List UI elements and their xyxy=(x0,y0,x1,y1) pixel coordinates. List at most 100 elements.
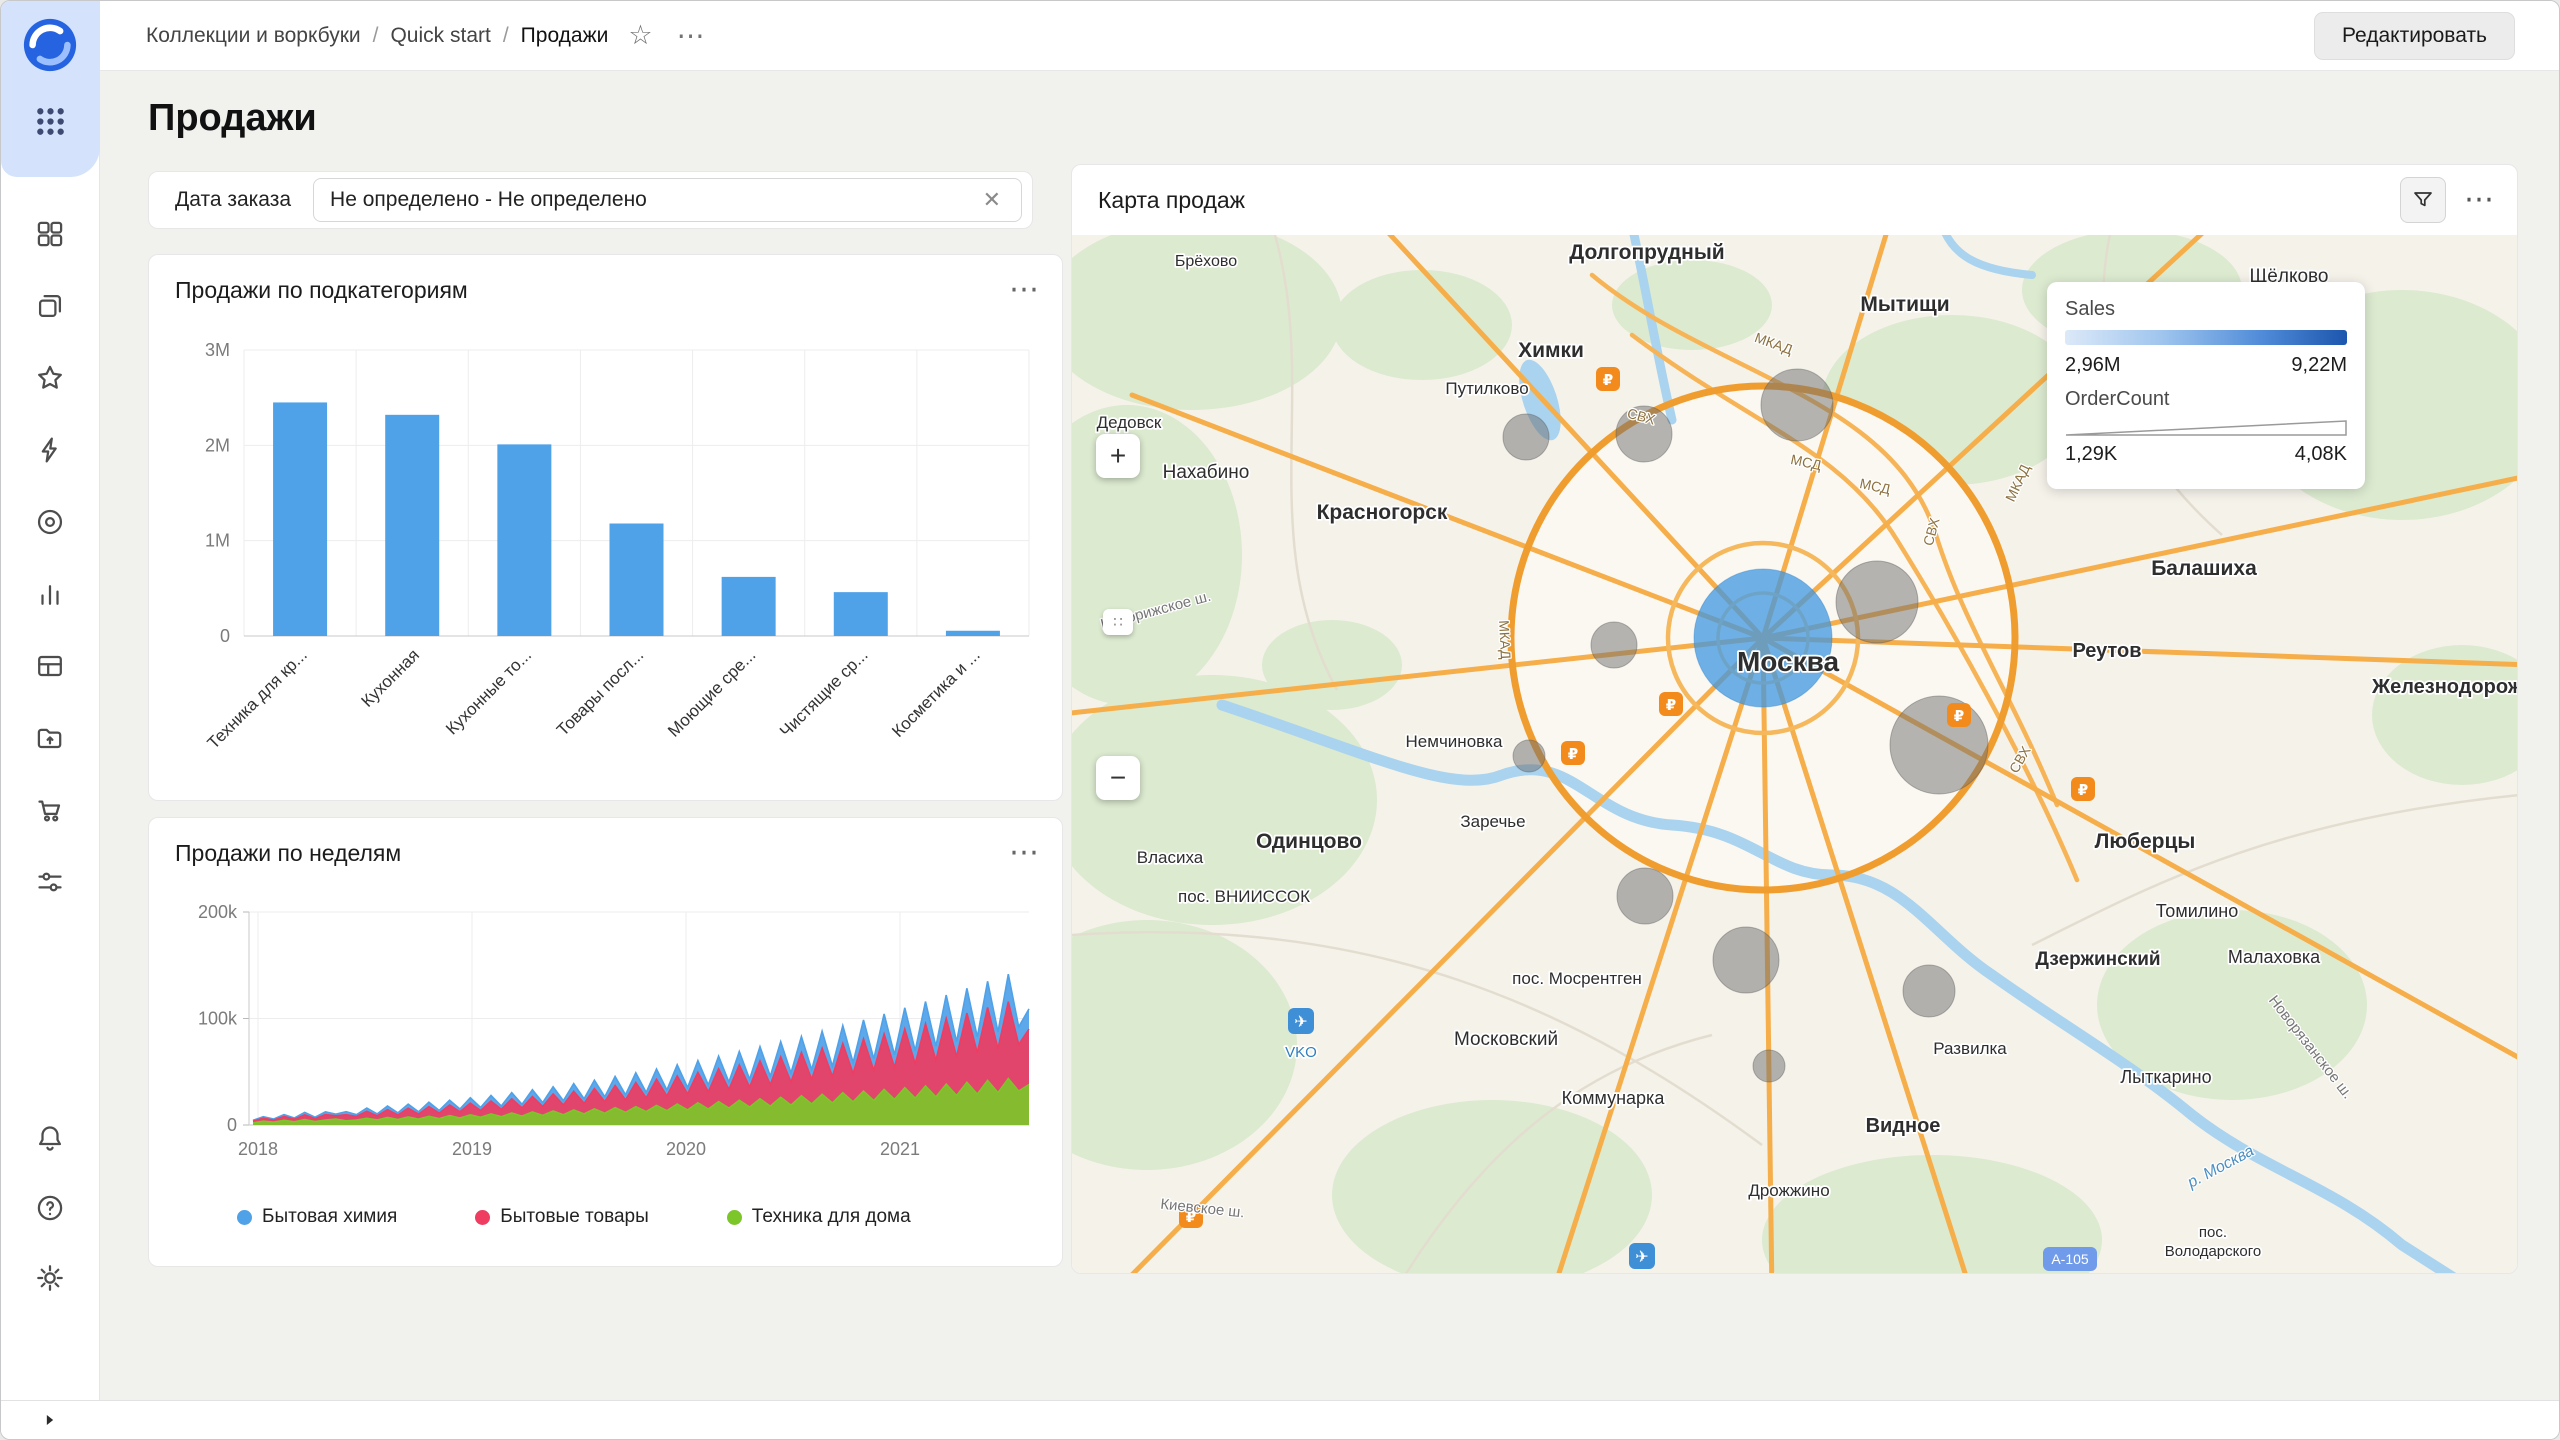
bar-chart[interactable]: 01M2M3MТехника для кр...КухоннаяКухонные… xyxy=(149,315,1064,800)
legend-dot xyxy=(237,1210,252,1225)
legend-item[interactable]: Бытовые товары xyxy=(475,1206,649,1228)
bottom-bar xyxy=(1,1400,2559,1439)
chart-more-icon[interactable]: ⋯ xyxy=(1009,275,1040,305)
marketplace-cart-icon[interactable] xyxy=(33,793,67,827)
svg-text:₽: ₽ xyxy=(1568,746,1578,763)
datalens-logo[interactable] xyxy=(21,16,79,74)
edit-button[interactable]: Редактировать xyxy=(2314,12,2515,60)
quick-actions-lightning-icon[interactable] xyxy=(33,433,67,467)
app-window: Коллекции и воркбуки / Quick start / Продажи… xyxy=(0,0,2560,1440)
svg-text:Балашиха: Балашиха xyxy=(2151,557,2257,580)
svg-text:Красногорск: Красногорск xyxy=(1317,501,1448,524)
chart-title: Продажи по подкатегориям xyxy=(175,277,468,304)
svg-text:Заречье: Заречье xyxy=(1460,812,1525,831)
svg-text:Дзержинский: Дзержинский xyxy=(2035,949,2160,970)
page-title: Продажи xyxy=(148,97,317,140)
notifications-bell-icon[interactable] xyxy=(33,1121,67,1155)
chart-legend: Бытовая химия Бытовые товары Техника для д… xyxy=(237,1206,911,1228)
svg-text:Мытищи: Мытищи xyxy=(1860,293,1949,316)
svg-text:пос.: пос. xyxy=(2199,1224,2227,1241)
legend-label: Техника для дома xyxy=(752,1206,911,1228)
svg-text:Немчиновка: Немчиновка xyxy=(1406,732,1503,751)
expand-icon[interactable] xyxy=(37,1407,63,1433)
svg-text:₽: ₽ xyxy=(2078,782,2088,799)
zoom-out-button[interactable]: − xyxy=(1096,756,1140,800)
map-title: Карта продаж xyxy=(1098,187,1245,214)
sidebar-nav xyxy=(1,217,99,899)
clear-filter-icon[interactable]: ✕ xyxy=(979,187,1005,213)
sales-max: 9,22M xyxy=(2291,354,2347,377)
svg-text:2018: 2018 xyxy=(238,1139,278,1159)
svg-text:Кухонная: Кухонная xyxy=(358,645,423,710)
svg-text:2019: 2019 xyxy=(452,1139,492,1159)
charts-bars-icon[interactable] xyxy=(33,577,67,611)
legend-dot xyxy=(475,1210,490,1225)
breadcrumb-separator: / xyxy=(503,24,509,48)
navigation-grid-icon[interactable] xyxy=(33,217,67,251)
legend-label: Бытовые товары xyxy=(500,1206,649,1228)
zoom-in-button[interactable]: + xyxy=(1096,434,1140,478)
datasets-disc-icon[interactable] xyxy=(33,505,67,539)
chart-more-icon[interactable]: ⋯ xyxy=(1009,838,1040,868)
dashboards-table-icon[interactable] xyxy=(33,649,67,683)
breadcrumb-item[interactable]: Quick start xyxy=(390,24,490,48)
logo-background xyxy=(1,1,100,177)
apps-grid-icon[interactable] xyxy=(32,103,69,140)
svg-text:Путилково: Путилково xyxy=(1445,379,1528,398)
date-filter-value: Не определено - Не определено xyxy=(330,188,647,212)
area-chart[interactable]: 20182019202020210100k200k xyxy=(149,878,1064,1198)
breadcrumb-item[interactable]: Продажи xyxy=(521,24,609,48)
svg-text:0: 0 xyxy=(227,1115,237,1135)
svg-text:Одинцово: Одинцово xyxy=(1256,830,1362,853)
card-sales-by-subcategory: Продажи по подкатегориям ⋯ 01M2M3MТехник… xyxy=(148,254,1063,801)
breadcrumb-separator: / xyxy=(373,24,379,48)
sales-min: 2,96M xyxy=(2065,354,2121,377)
svg-text:Товары посл...: Товары посл... xyxy=(553,645,647,739)
map-area: ₽₽₽₽₽₽✈VKO✈А-105 БрёховоДолгопрудныйЩёлк… xyxy=(1072,235,2518,1274)
ordercount-max: 4,08K xyxy=(2295,443,2347,466)
favorite-star-icon[interactable]: ☆ xyxy=(628,20,652,51)
filters-funnel-button[interactable] xyxy=(2400,177,2446,223)
svg-text:Московский: Московский xyxy=(1454,1029,1558,1050)
svg-text:Лыткарино: Лыткарино xyxy=(2120,1067,2211,1087)
breadcrumb-more-icon[interactable]: ⋯ xyxy=(677,19,707,52)
ordercount-min: 1,29K xyxy=(2065,443,2117,466)
settings-gear-icon[interactable] xyxy=(33,1261,67,1295)
svg-text:Дрожжино: Дрожжино xyxy=(1748,1181,1829,1200)
svg-text:Брёхово: Брёхово xyxy=(1175,253,1237,270)
sales-gradient-bar xyxy=(2065,330,2347,345)
map-legend: Sales 2,96M 9,22M OrderCount 1,29K 4,08K xyxy=(2047,282,2365,489)
help-icon[interactable] xyxy=(33,1191,67,1225)
map-more-icon[interactable]: ⋯ xyxy=(2464,185,2495,215)
legend-item[interactable]: Техника для дома xyxy=(727,1206,911,1228)
svg-text:3M: 3M xyxy=(205,340,230,360)
svg-text:Косметика и ...: Косметика и ... xyxy=(888,645,984,741)
svg-text:пос. ВНИИССОК: пос. ВНИИССОК xyxy=(1178,887,1310,906)
favorites-star-icon[interactable] xyxy=(33,361,67,395)
svg-text:Чистящие ср...: Чистящие ср... xyxy=(776,645,872,741)
sales-legend-label: Sales xyxy=(2065,298,2347,321)
svg-text:Видное: Видное xyxy=(1866,1115,1941,1137)
service-settings-sliders-icon[interactable] xyxy=(33,865,67,899)
svg-text:Долгопрудный: Долгопрудный xyxy=(1569,241,1724,264)
zoom-slider[interactable]: ∷ xyxy=(1103,609,1133,635)
collections-icon[interactable] xyxy=(33,289,67,323)
svg-text:Развилка: Развилка xyxy=(1933,1039,2007,1058)
legend-item[interactable]: Бытовая химия xyxy=(237,1206,397,1228)
breadcrumb: Коллекции и воркбуки / Quick start / Продажи xyxy=(146,24,608,48)
svg-text:✈: ✈ xyxy=(1294,1014,1307,1031)
breadcrumb-item[interactable]: Коллекции и воркбуки xyxy=(146,24,361,48)
svg-text:Химки: Химки xyxy=(1518,339,1584,362)
svg-text:✈: ✈ xyxy=(1635,1249,1648,1266)
svg-text:200k: 200k xyxy=(198,902,238,922)
svg-text:Коммунарка: Коммунарка xyxy=(1562,1088,1666,1108)
svg-text:100k: 100k xyxy=(198,1009,238,1029)
svg-text:2M: 2M xyxy=(205,435,230,455)
legend-dot xyxy=(727,1210,742,1225)
svg-text:₽: ₽ xyxy=(1666,697,1676,714)
svg-text:Володарского: Володарского xyxy=(2165,1243,2261,1260)
date-filter-input[interactable]: Не определено - Не определено ✕ xyxy=(313,178,1022,222)
card-sales-by-week: Продажи по неделям ⋯ 2018201920202021010… xyxy=(148,817,1063,1267)
svg-text:Железнодорожный: Железнодорожный xyxy=(2371,676,2518,698)
connections-folder-icon[interactable] xyxy=(33,721,67,755)
